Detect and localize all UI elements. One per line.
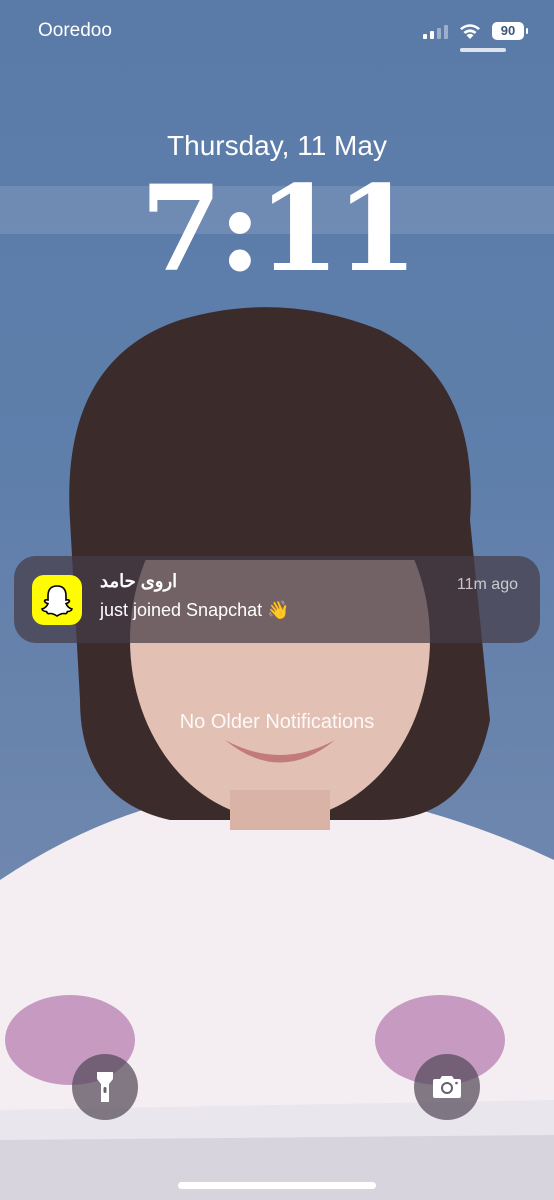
control-center-indicator[interactable]: [460, 48, 506, 52]
cellular-signal-icon: [423, 23, 448, 39]
home-indicator[interactable]: [178, 1182, 376, 1189]
notification-time: 11m ago: [456, 576, 518, 593]
notification-card[interactable]: اروى حامد just joined Snapchat 👋 11m ago: [14, 556, 540, 643]
lock-screen-date: Thursday, 11 May: [167, 130, 387, 161]
status-bar: Ooredoo 90: [0, 0, 554, 60]
carrier-name: Ooredoo: [38, 20, 112, 41]
flashlight-icon: [97, 1072, 113, 1102]
no-older-notifications-label: No Older Notifications: [179, 711, 375, 733]
lock-screen-clock: 7:11: [140, 159, 418, 298]
camera-icon: [433, 1076, 461, 1098]
flashlight-button[interactable]: [72, 1054, 138, 1120]
battery-icon: 90: [492, 22, 528, 40]
camera-button[interactable]: [414, 1054, 480, 1120]
notification-title: اروى حامد: [100, 571, 178, 591]
notification-body: just joined Snapchat 👋: [100, 600, 290, 620]
wifi-icon: [460, 24, 480, 39]
status-icons: 90: [423, 20, 528, 42]
snapchat-ghost-icon: [32, 575, 82, 625]
